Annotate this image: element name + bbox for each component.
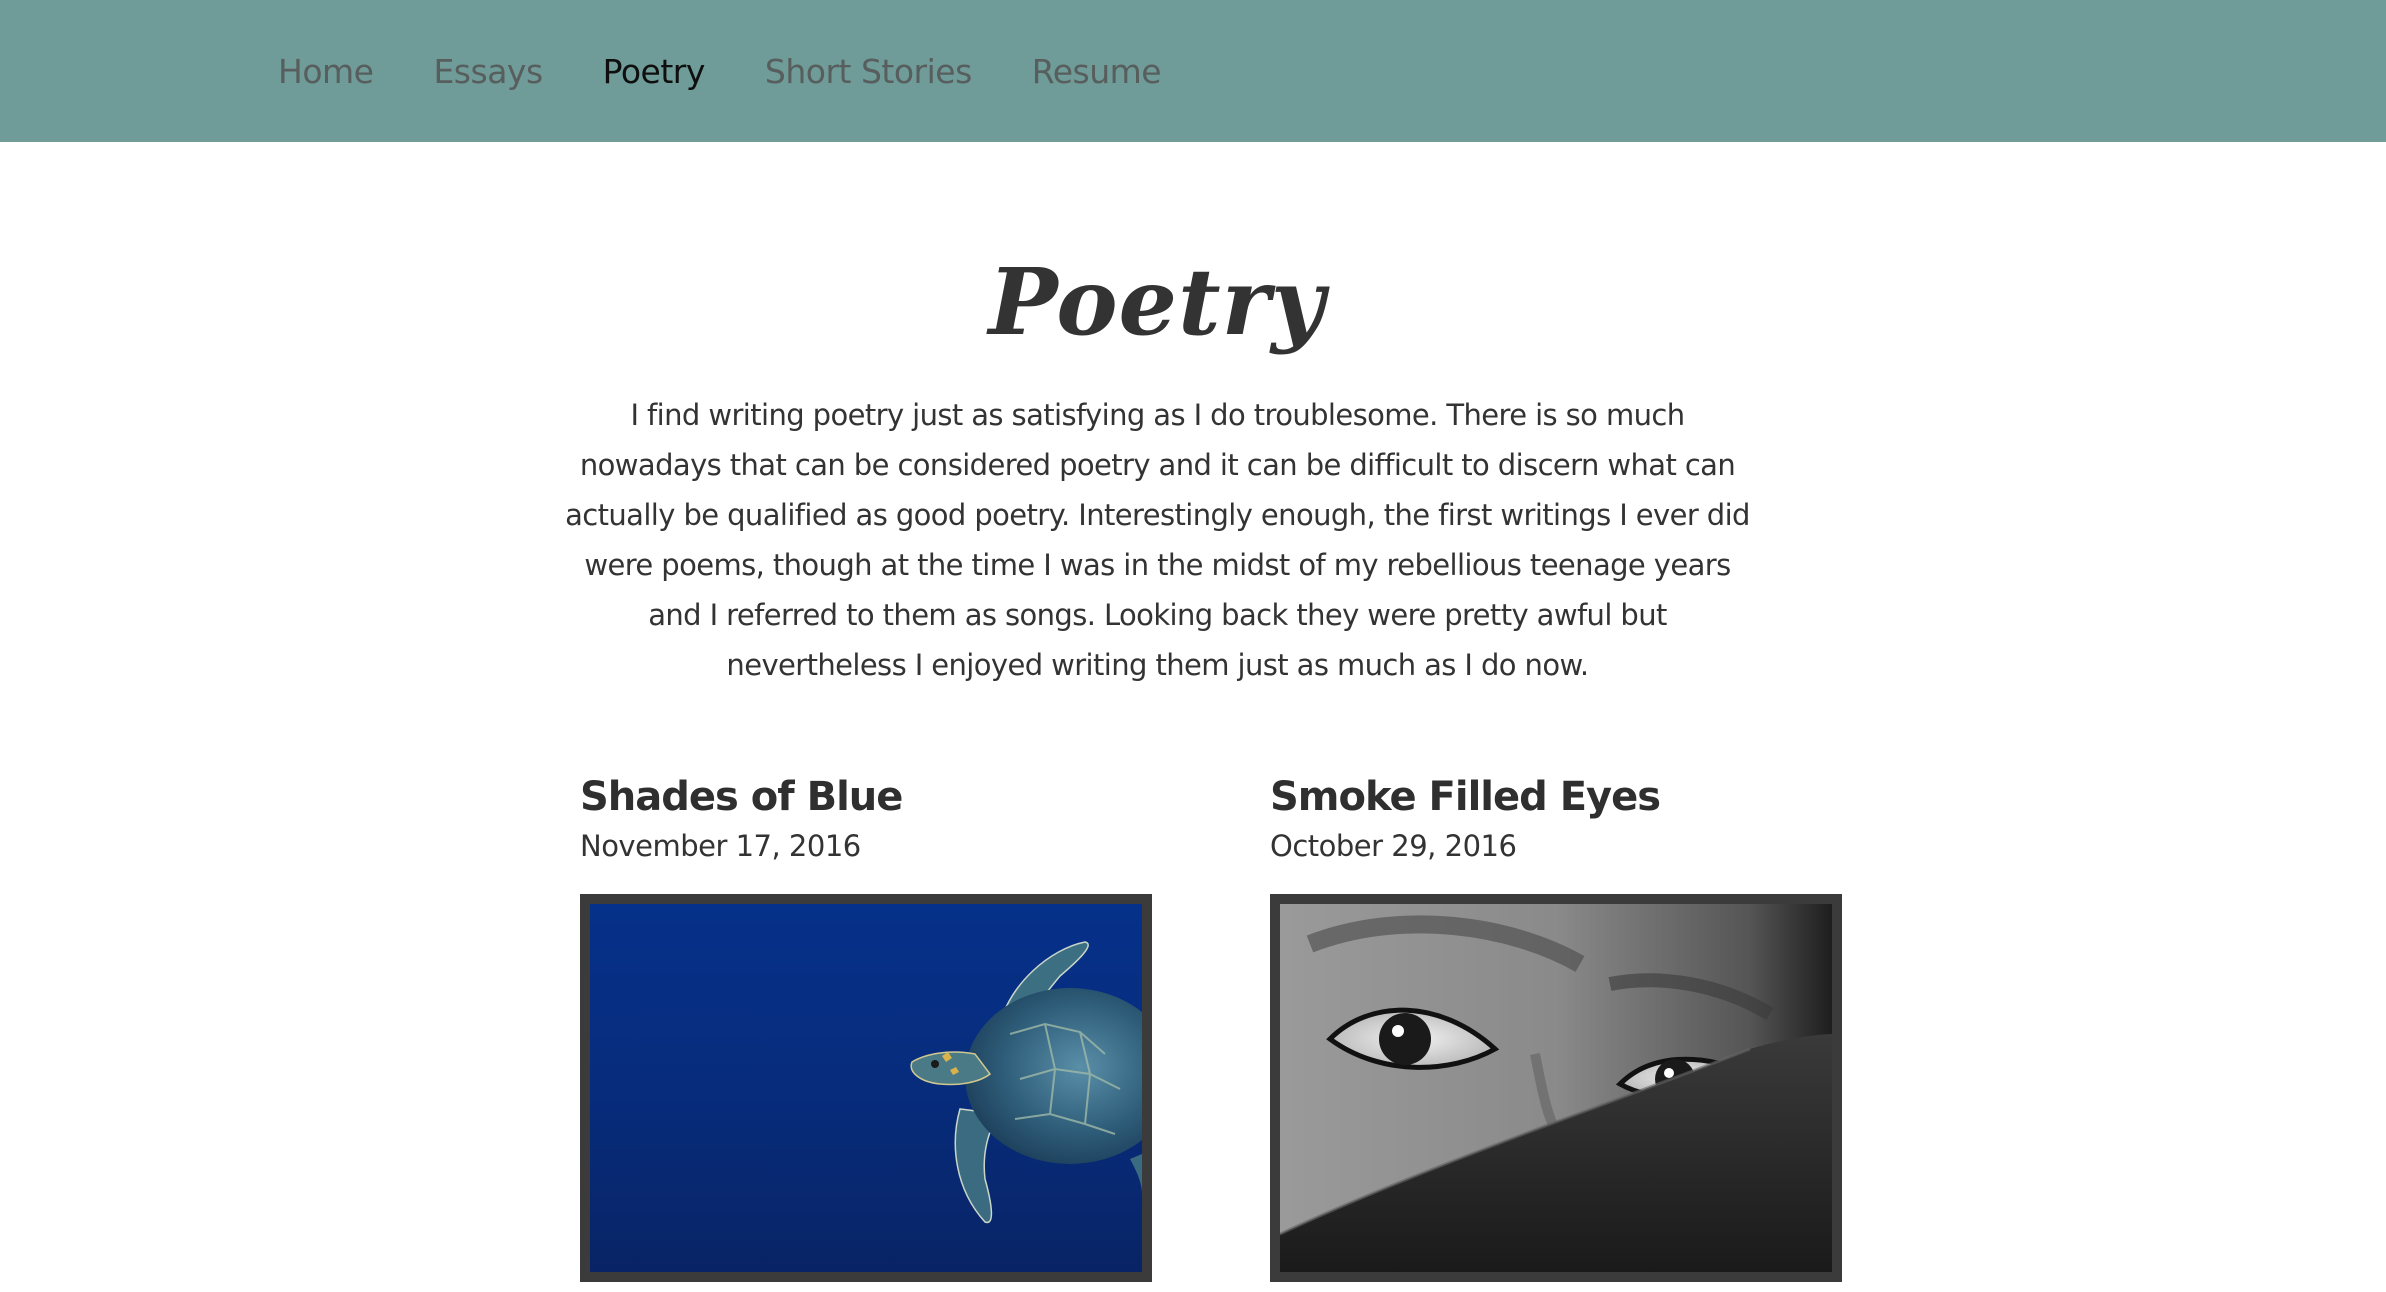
- post-title[interactable]: Shades of Blue: [580, 768, 1152, 826]
- sea-turtle-photo-icon: [590, 904, 1142, 1272]
- post-card-smoke-filled-eyes: Smoke Filled Eyes October 29, 2016: [1270, 768, 1842, 1282]
- nav-item-essays[interactable]: Essays: [433, 52, 543, 91]
- post-date: November 17, 2016: [580, 829, 861, 863]
- post-date: October 29, 2016: [1270, 829, 1517, 863]
- nav-item-poetry[interactable]: Poetry: [603, 52, 706, 91]
- post-image-frame[interactable]: [1270, 894, 1842, 1282]
- nav-item-resume[interactable]: Resume: [1032, 52, 1162, 91]
- eyes-photo-icon: [1280, 904, 1832, 1272]
- intro-paragraph: I find writing poetry just as satisfying…: [565, 398, 1750, 682]
- page-title: Poetry: [988, 248, 1326, 356]
- top-nav-bar: Home Essays Poetry Short Stories Resume: [0, 0, 2386, 142]
- main-nav: Home Essays Poetry Short Stories Resume: [278, 46, 1221, 96]
- post-title[interactable]: Smoke Filled Eyes: [1270, 768, 1842, 826]
- nav-item-home[interactable]: Home: [278, 52, 374, 91]
- nav-item-short-stories[interactable]: Short Stories: [765, 52, 972, 91]
- post-card-shades-of-blue: Shades of Blue November 17, 2016: [580, 768, 1152, 1282]
- post-image-frame[interactable]: [580, 894, 1152, 1282]
